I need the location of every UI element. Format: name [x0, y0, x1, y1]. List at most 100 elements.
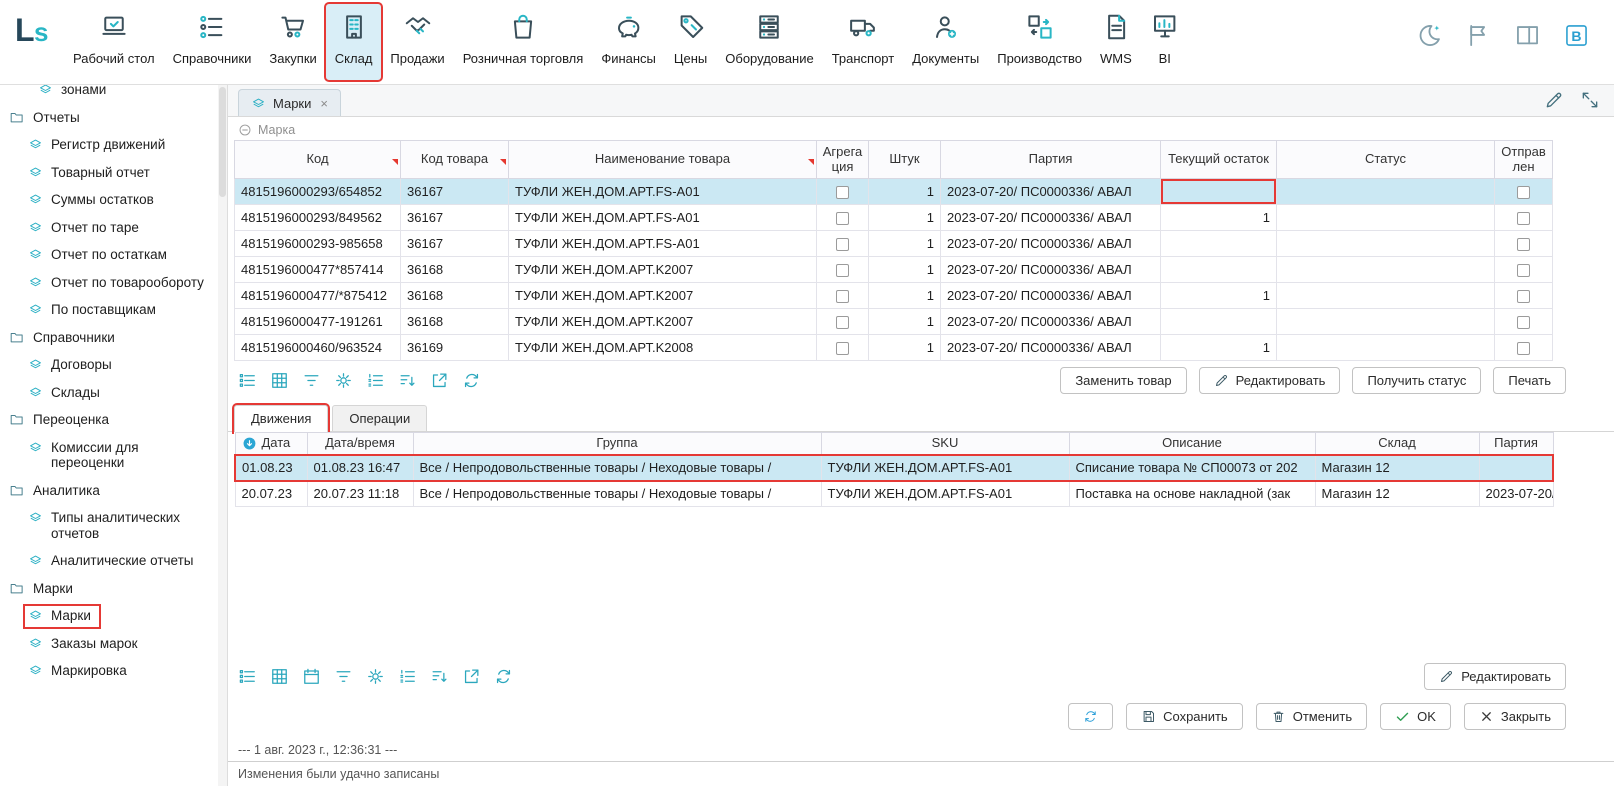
column-header[interactable]: Текущий остаток: [1161, 141, 1277, 179]
ribbon-item[interactable]: Цены: [665, 4, 716, 80]
tree-folder-item[interactable]: Марки: [6, 575, 217, 603]
moon-icon[interactable]: [1416, 22, 1443, 49]
column-header[interactable]: Группа: [413, 433, 821, 455]
tree-leaf-item[interactable]: Маркировка: [6, 657, 217, 685]
tree-folder-item[interactable]: Переоценка: [6, 406, 217, 434]
refresh-button[interactable]: [1068, 703, 1113, 730]
detail-tab[interactable]: Операции: [332, 405, 427, 431]
replace-product-button[interactable]: Заменить товар: [1060, 367, 1186, 394]
grid-icon[interactable]: [270, 371, 289, 390]
checkbox[interactable]: [1517, 290, 1530, 303]
sort-icon[interactable]: [398, 371, 417, 390]
tree-leaf-item[interactable]: По поставщикам: [6, 296, 217, 324]
list-view-icon[interactable]: [238, 667, 257, 686]
ribbon-item[interactable]: Продажи: [381, 4, 453, 80]
grid-icon[interactable]: [270, 667, 289, 686]
checkbox[interactable]: [1517, 342, 1530, 355]
ribbon-item[interactable]: BI: [1141, 4, 1189, 80]
checkbox[interactable]: [1517, 212, 1530, 225]
marks-table-row[interactable]: 4815196000477*85741436168ТУФЛИ ЖЕН.ДОМ.А…: [235, 257, 1553, 283]
checkbox[interactable]: [1517, 316, 1530, 329]
tree-leaf-item[interactable]: Аналитические отчеты: [6, 547, 217, 575]
checkbox[interactable]: [836, 212, 849, 225]
cancel-button[interactable]: Отменить: [1256, 703, 1367, 730]
marks-table-row[interactable]: 4815196000293/84956236167ТУФЛИ ЖЕН.ДОМ.А…: [235, 205, 1553, 231]
detail-tab[interactable]: Движения: [234, 405, 328, 432]
tree-leaf-item[interactable]: Суммы остатков: [6, 186, 217, 214]
checkbox[interactable]: [1517, 238, 1530, 251]
column-header[interactable]: Дата: [235, 433, 307, 455]
tree-leaf-item[interactable]: Склады: [6, 379, 217, 407]
checkbox[interactable]: [836, 238, 849, 251]
column-header[interactable]: Статус: [1277, 141, 1495, 179]
ribbon-item[interactable]: Розничная торговля: [454, 4, 593, 80]
collapse-circle-icon[interactable]: [238, 123, 252, 137]
movements-edit-button[interactable]: Редактировать: [1424, 663, 1566, 690]
column-header[interactable]: Штук: [869, 141, 941, 179]
tree-folder-item[interactable]: Отчеты: [6, 104, 217, 132]
checkbox[interactable]: [836, 264, 849, 277]
tree-leaf-item[interactable]: Отчет по товарообороту: [6, 269, 217, 297]
marks-table-row[interactable]: 4815196000293/65485236167ТУФЛИ ЖЕН.ДОМ.А…: [235, 179, 1553, 205]
tree-leaf-item[interactable]: Договоры: [6, 351, 217, 379]
app-logo[interactable]: Ls: [0, 0, 64, 84]
export-icon[interactable]: [430, 371, 449, 390]
column-header[interactable]: Наименование товара: [509, 141, 817, 179]
tree-leaf-item[interactable]: Товарный отчет: [6, 159, 217, 187]
column-header[interactable]: Агрегация: [817, 141, 869, 179]
ordered-list-icon[interactable]: [366, 371, 385, 390]
column-header[interactable]: Описание: [1069, 433, 1315, 455]
sort-icon[interactable]: [430, 667, 449, 686]
movements-table-row[interactable]: 20.07.2320.07.23 11:18Все / Непродовольс…: [235, 481, 1553, 507]
marks-table-row[interactable]: 4815196000460/96352436169ТУФЛИ ЖЕН.ДОМ.А…: [235, 335, 1553, 361]
tree-folder-item[interactable]: Справочники: [6, 324, 217, 352]
column-header[interactable]: Дата/время: [307, 433, 413, 455]
gear-icon[interactable]: [334, 371, 353, 390]
column-header[interactable]: Отправлен: [1495, 141, 1553, 179]
ribbon-item[interactable]: Транспорт: [823, 4, 904, 80]
layout-icon[interactable]: [1514, 22, 1541, 49]
marks-table-row[interactable]: 4815196000293-98565836167ТУФЛИ ЖЕН.ДОМ.А…: [235, 231, 1553, 257]
tab-marki[interactable]: Марки ×: [238, 89, 341, 116]
gear-icon[interactable]: [366, 667, 385, 686]
close-button[interactable]: Закрыть: [1464, 703, 1566, 730]
column-header[interactable]: SKU: [821, 433, 1069, 455]
funnel-icon[interactable]: [334, 667, 353, 686]
tree-leaf-item[interactable]: Отчет по остаткам: [6, 241, 217, 269]
marks-table-row[interactable]: 4815196000477-19126136168ТУФЛИ ЖЕН.ДОМ.А…: [235, 309, 1553, 335]
column-header[interactable]: Код товара: [401, 141, 509, 179]
ok-button[interactable]: OK: [1380, 703, 1451, 730]
tree-folder-item[interactable]: Аналитика: [6, 477, 217, 505]
ribbon-item[interactable]: Оборудование: [716, 4, 822, 80]
sidebar-scrollbar[interactable]: [218, 85, 227, 786]
ribbon-item[interactable]: Производство: [988, 4, 1091, 80]
ordered-list-icon[interactable]: [398, 667, 417, 686]
sync-icon[interactable]: [462, 371, 481, 390]
tab-close-icon[interactable]: ×: [320, 96, 328, 111]
column-header[interactable]: Код: [235, 141, 401, 179]
b-logo-icon[interactable]: B: [1563, 22, 1590, 49]
pencil-icon[interactable]: [1544, 90, 1564, 110]
marks-table-row[interactable]: 4815196000477/*87541236168ТУФЛИ ЖЕН.ДОМ.…: [235, 283, 1553, 309]
checkbox[interactable]: [1517, 264, 1530, 277]
calendar-icon[interactable]: [302, 667, 321, 686]
ribbon-item[interactable]: Финансы: [592, 4, 665, 80]
ribbon-item[interactable]: WMS: [1091, 4, 1141, 80]
edit-button[interactable]: Редактировать: [1199, 367, 1341, 394]
checkbox[interactable]: [836, 290, 849, 303]
ribbon-item[interactable]: Склад: [326, 4, 382, 80]
tree-leaf-item[interactable]: Комиссии для переоценки: [6, 434, 217, 477]
ribbon-item[interactable]: Закупки: [260, 4, 325, 80]
ribbon-item[interactable]: Документы: [903, 4, 988, 80]
tree-leaf-item[interactable]: зонами: [6, 85, 217, 104]
get-status-button[interactable]: Получить статус: [1352, 367, 1481, 394]
checkbox[interactable]: [1517, 186, 1530, 199]
tree-leaf-item[interactable]: Марки: [6, 602, 217, 630]
column-header[interactable]: Склад: [1315, 433, 1479, 455]
tree-leaf-item[interactable]: Типы аналитических отчетов: [6, 504, 217, 547]
ribbon-item[interactable]: Справочники: [164, 4, 261, 80]
sync-icon[interactable]: [494, 667, 513, 686]
tree-leaf-item[interactable]: Регистр движений: [6, 131, 217, 159]
ribbon-item[interactable]: Рабочий стол: [64, 4, 164, 80]
checkbox[interactable]: [836, 342, 849, 355]
